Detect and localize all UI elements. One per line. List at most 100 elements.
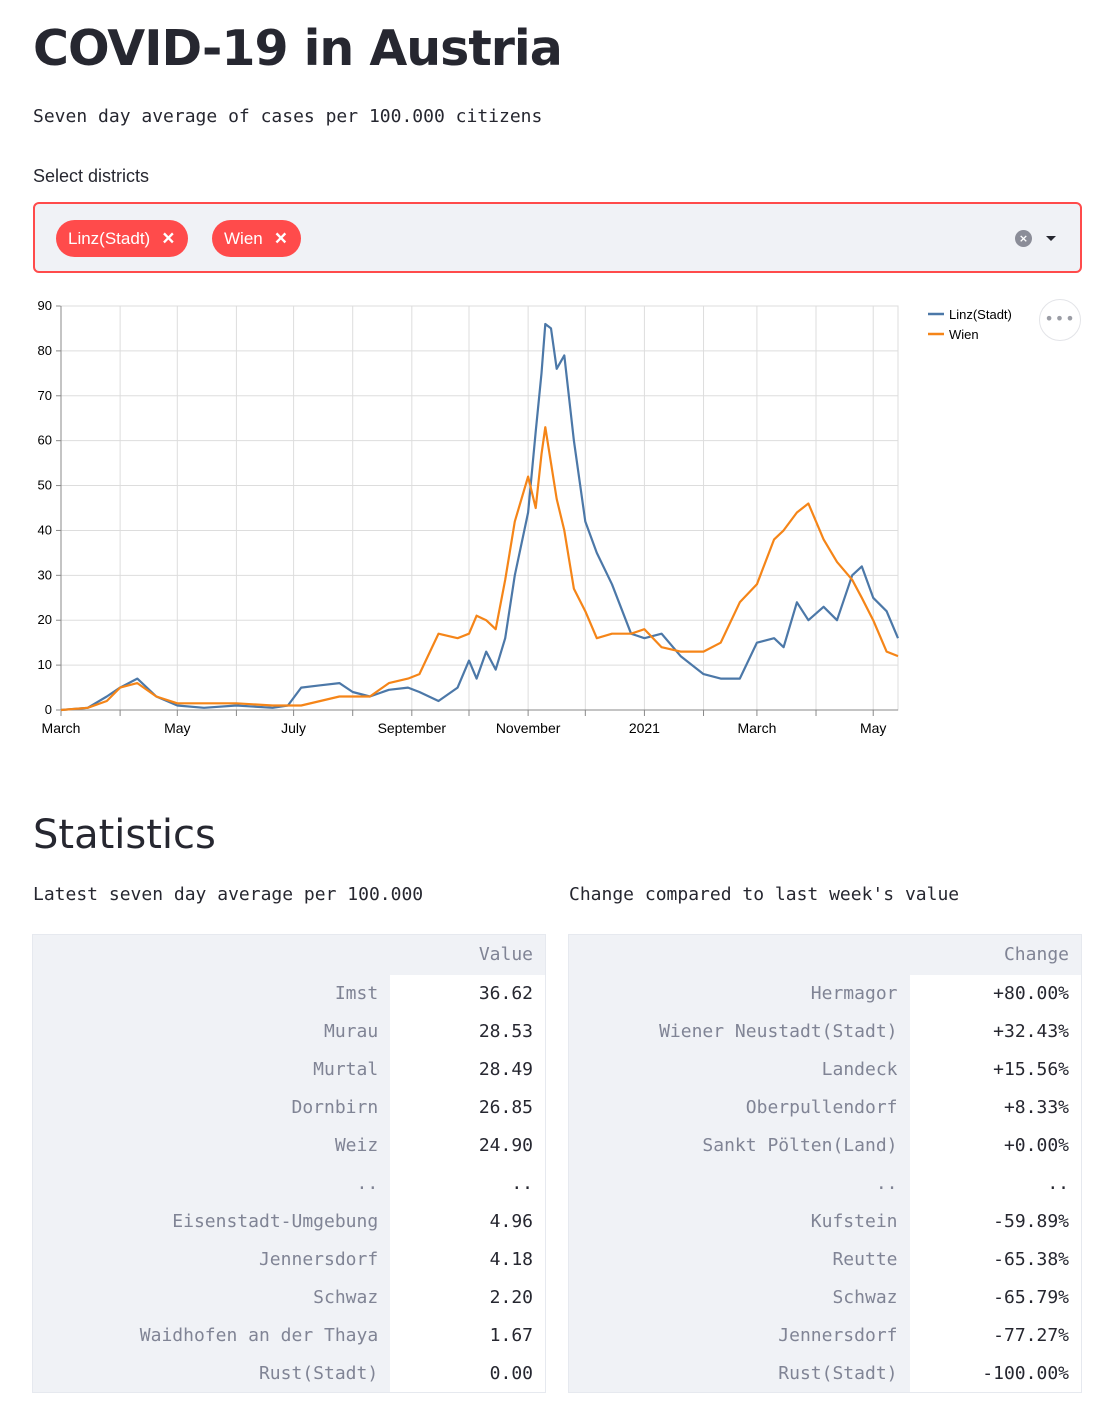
table-corner bbox=[32, 934, 391, 975]
table-row: Weiz 24.90 bbox=[32, 1126, 546, 1165]
x-tick-label: November bbox=[496, 720, 561, 736]
plot-frame bbox=[60, 305, 899, 711]
x-tick-label: March bbox=[42, 720, 81, 736]
y-tick-label: 80 bbox=[38, 343, 52, 358]
chip-linz: Linz(Stadt) × bbox=[56, 220, 189, 257]
x-tick-label: July bbox=[281, 720, 306, 736]
y-tick-label: 60 bbox=[38, 433, 52, 448]
y-tick-label: 0 bbox=[45, 702, 52, 717]
row-label: .. bbox=[568, 1164, 910, 1203]
table-row: Rust(Stadt) 0.00 bbox=[32, 1354, 546, 1393]
cell-value: 28.53 bbox=[390, 1012, 546, 1051]
row-label: Kufstein bbox=[568, 1202, 910, 1241]
district-select-label: Select districts bbox=[33, 166, 150, 186]
chip-label: Wien bbox=[224, 228, 263, 248]
table-row: Eisenstadt-Umgebung 4.96 bbox=[32, 1202, 546, 1241]
series-line-linz bbox=[60, 322, 900, 712]
line-chart: 0 10 20 30 40 50 60 70 80 90 March May July September… bbox=[38, 298, 1012, 736]
x-tick-label: March bbox=[737, 720, 776, 736]
table-row: Jennersdorf -77.27% bbox=[568, 1316, 1082, 1355]
table-row: Reutte -65.38% bbox=[568, 1240, 1082, 1279]
legend-label: Wien bbox=[949, 327, 979, 342]
row-label: Rust(Stadt) bbox=[32, 1354, 391, 1393]
row-label: Eisenstadt-Umgebung bbox=[32, 1202, 391, 1241]
cell-value: 1.67 bbox=[390, 1316, 546, 1355]
row-label: Rust(Stadt) bbox=[568, 1354, 910, 1393]
close-icon[interactable]: × bbox=[275, 228, 287, 249]
cell-value: +8.33% bbox=[909, 1088, 1082, 1127]
cell-value: 36.62 bbox=[390, 974, 546, 1013]
district-multiselect[interactable]: Linz(Stadt) × Wien × × bbox=[33, 202, 1082, 273]
table-row: .... bbox=[568, 1164, 1082, 1203]
weekly-change-table: Change Hermagor +80.00% Wiener Neustadt(St… bbox=[568, 934, 1082, 1393]
row-label: Reutte bbox=[568, 1240, 910, 1279]
cell-value: 4.18 bbox=[390, 1240, 546, 1279]
page-title: COVID-19 in Austria bbox=[33, 20, 563, 77]
statistics-title: Statistics bbox=[33, 812, 216, 858]
cell-value: .. bbox=[909, 1164, 1082, 1203]
cell-value: -77.27% bbox=[909, 1316, 1082, 1355]
cell-value: 28.49 bbox=[390, 1050, 546, 1089]
row-label: Wiener Neustadt(Stadt) bbox=[568, 1012, 910, 1051]
cell-value: 2.20 bbox=[390, 1278, 546, 1317]
close-icon[interactable]: × bbox=[162, 228, 174, 249]
x-tick-label: 2021 bbox=[629, 720, 660, 736]
ellipsis-icon: ••• bbox=[1044, 309, 1076, 328]
table-row: Kufstein -59.89% bbox=[568, 1202, 1082, 1241]
y-tick-label: 90 bbox=[38, 298, 52, 313]
table-row: Schwaz 2.20 bbox=[32, 1278, 546, 1317]
row-label: Imst bbox=[32, 974, 391, 1013]
row-label: Schwaz bbox=[32, 1278, 391, 1317]
row-label: Sankt Pölten(Land) bbox=[568, 1126, 910, 1165]
x-tick-label: May bbox=[164, 720, 190, 736]
table-row: Murau 28.53 bbox=[32, 1012, 546, 1051]
y-tick-label: 30 bbox=[38, 567, 52, 582]
row-label: Weiz bbox=[32, 1126, 391, 1165]
row-label: Oberpullendorf bbox=[568, 1088, 910, 1127]
row-label: Murtal bbox=[32, 1050, 391, 1089]
table-row: Imst 36.62 bbox=[32, 974, 546, 1013]
table-row: Schwaz -65.79% bbox=[568, 1278, 1082, 1317]
clear-all-icon[interactable]: × bbox=[1015, 230, 1032, 247]
latest-average-table: Value Imst 36.62 Murau 28.53 Murtal 28.49 Dorn… bbox=[32, 934, 546, 1393]
cell-value: -65.79% bbox=[909, 1278, 1082, 1317]
cell-value: 0.00 bbox=[390, 1354, 546, 1393]
table-row: Hermagor +80.00% bbox=[568, 974, 1082, 1013]
table-row: Landeck +15.56% bbox=[568, 1050, 1082, 1089]
y-tick-label: 50 bbox=[38, 478, 52, 493]
cell-value: -100.00% bbox=[909, 1354, 1082, 1393]
chip-wien: Wien × bbox=[212, 220, 301, 257]
row-label: Landeck bbox=[568, 1050, 910, 1089]
row-label: Schwaz bbox=[568, 1278, 910, 1317]
cell-value: +32.43% bbox=[909, 1012, 1082, 1051]
table-row: Dornbirn 26.85 bbox=[32, 1088, 546, 1127]
table-row: Sankt Pölten(Land) +0.00% bbox=[568, 1126, 1082, 1165]
change-table-caption: Change compared to last week's value bbox=[569, 884, 960, 905]
cell-value: 24.90 bbox=[390, 1126, 546, 1165]
table-row: Jennersdorf 4.18 bbox=[32, 1240, 546, 1279]
table-row: Murtal 28.49 bbox=[32, 1050, 546, 1089]
row-label: Jennersdorf bbox=[32, 1240, 391, 1279]
cell-value: 26.85 bbox=[390, 1088, 546, 1127]
chevron-down-icon[interactable] bbox=[1042, 230, 1060, 247]
y-tick-label: 70 bbox=[38, 388, 52, 403]
legend-label: Linz(Stadt) bbox=[949, 307, 1012, 322]
x-tick-label: September bbox=[378, 720, 447, 736]
y-tick-label: 40 bbox=[38, 522, 52, 537]
row-label: Jennersdorf bbox=[568, 1316, 910, 1355]
table-row: Rust(Stadt) -100.00% bbox=[568, 1354, 1082, 1393]
cell-value: .. bbox=[390, 1164, 546, 1203]
table-row: Wiener Neustadt(Stadt) +32.43% bbox=[568, 1012, 1082, 1051]
x-tick-label: May bbox=[860, 720, 886, 736]
chip-label: Linz(Stadt) bbox=[68, 228, 151, 248]
row-label: Waidhofen an der Thaya bbox=[32, 1316, 391, 1355]
table-row: Waidhofen an der Thaya 1.67 bbox=[32, 1316, 546, 1355]
column-header-change: Change bbox=[909, 934, 1082, 975]
cell-value: +15.56% bbox=[909, 1050, 1082, 1089]
table-corner bbox=[568, 934, 910, 975]
row-label: Hermagor bbox=[568, 974, 910, 1013]
chart-menu-button[interactable]: ••• bbox=[1039, 299, 1081, 341]
row-label: Dornbirn bbox=[32, 1088, 391, 1127]
cell-value: -65.38% bbox=[909, 1240, 1082, 1279]
table-row: .... bbox=[32, 1164, 546, 1203]
